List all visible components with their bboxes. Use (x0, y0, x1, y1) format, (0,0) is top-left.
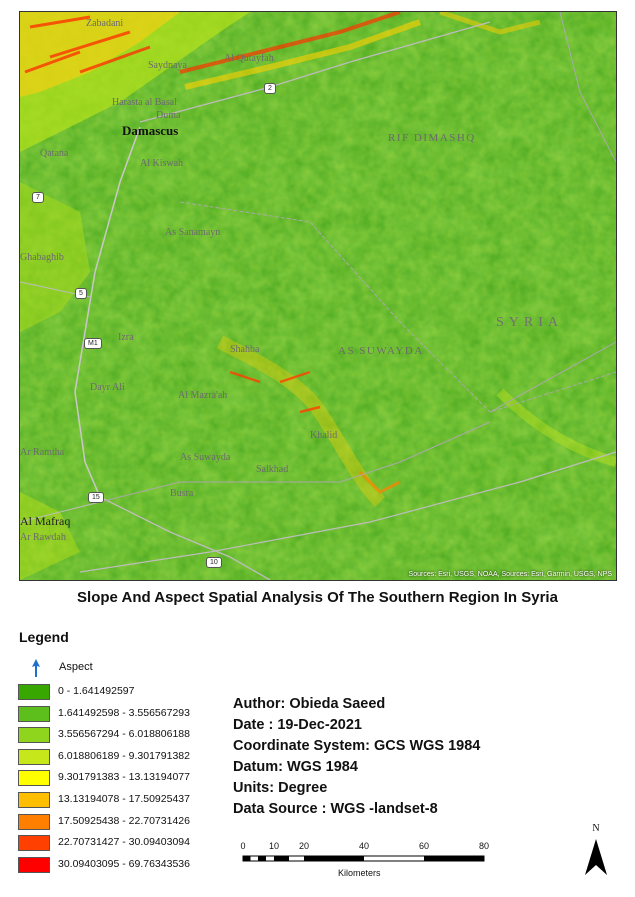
place-label: Izra (118, 332, 134, 343)
region-label-as-suwayda: AS SUWAYDA (338, 345, 424, 357)
place-label: Al Qutayfah (224, 53, 274, 64)
place-label-mafraq: Al Mafraq (20, 514, 71, 528)
legend-label: 6.018806189 - 9.301791382 (58, 749, 190, 762)
legend-label: 22.70731427 - 30.09403094 (58, 836, 190, 849)
legend-label: 17.50925438 - 22.70731426 (58, 814, 190, 827)
legend-swatch (18, 748, 50, 765)
author-text: Author: Obieda Saeed (233, 696, 386, 712)
place-label: Zabadani (86, 18, 124, 29)
region-label-rif-dimashq: RIF DIMASHQ (388, 132, 476, 144)
scale-tick: 20 (298, 841, 310, 851)
scale-units: Kilometers (338, 868, 381, 878)
legend-swatch (18, 684, 50, 700)
legend-heading: Legend (19, 629, 69, 645)
coordinate-system-text: Coordinate System: GCS WGS 1984 (233, 738, 481, 754)
highway-shield: 10 (206, 557, 222, 568)
place-label: Ar Rawdah (20, 532, 66, 543)
legend-swatch (18, 705, 50, 722)
place-label: Duma (156, 110, 181, 121)
legend-label: 9.301791383 - 13.13194077 (58, 771, 190, 784)
legend-label: 0 - 1.641492597 (58, 685, 135, 697)
scale-bar-graphic (242, 855, 485, 862)
legend-swatch (18, 835, 50, 852)
highway-shield: 7 (32, 192, 44, 203)
legend-swatch (18, 856, 50, 873)
place-label: Ar Ramtha (20, 447, 65, 458)
legend-swatch (18, 791, 50, 808)
legend-label: 1.641492598 - 3.556567293 (58, 706, 190, 719)
map-title: Slope And Aspect Spatial Analysis Of The… (77, 589, 558, 606)
north-label: N (592, 823, 600, 834)
scale-tick: 40 (358, 841, 370, 851)
highway-shield: 5 (75, 288, 87, 299)
legend-label: 30.09403095 - 69.76343536 (58, 857, 190, 870)
scale-tick: 80 (478, 841, 490, 851)
place-label: Salkhad (256, 464, 289, 475)
highway-shield: 15 (88, 492, 104, 503)
place-label: Busra (170, 488, 194, 499)
place-label: Shahba (230, 344, 260, 355)
place-label: Al Mazra'ah (178, 390, 228, 401)
slope-raster (20, 12, 616, 580)
place-label: As Suwayda (180, 452, 231, 463)
datum-text: Datum: WGS 1984 (233, 759, 358, 775)
aspect-label: Aspect (59, 661, 93, 673)
date-text: Date : 19-Dec-2021 (233, 717, 362, 733)
place-label: As Sanamayn (165, 227, 221, 238)
highway-shield: M1 (84, 338, 102, 349)
map-attribution: Sources: Esri, USGS, NOAA, Sources: Esri… (408, 571, 612, 578)
legend-swatch (18, 727, 50, 744)
map-frame[interactable]: Zabadani Saydnaya Al Qutayfah Harasta al… (19, 11, 617, 581)
legend-swatch (18, 813, 50, 830)
units-text: Units: Degree (233, 780, 328, 796)
place-label: Ghabaghib (20, 252, 64, 263)
place-label: Dayr Ali (90, 382, 125, 393)
legend-label: 3.556567294 - 6.018806188 (58, 728, 190, 741)
data-source-text: Data Source : WGS -landset-8 (233, 801, 438, 817)
place-label: Saydnaya (148, 60, 187, 71)
north-arrow-icon (585, 839, 607, 875)
map-info: Author: Obieda Saeed Date : 19-Dec-2021 … (233, 694, 480, 820)
scale-bar: 0 10 20 40 60 80 Kilometers (236, 841, 496, 881)
city-label-damascus: Damascus (122, 123, 179, 138)
highway-shield: 2 (264, 83, 276, 94)
north-arrow: N (581, 823, 611, 879)
place-label: Harasta al Basal (112, 97, 177, 108)
scale-tick: 0 (240, 841, 246, 851)
place-label: Qatana (40, 148, 69, 159)
place-label: Al Kiswah (140, 158, 184, 169)
scale-tick: 10 (268, 841, 280, 851)
country-label-syria: SYRIA (496, 315, 564, 330)
legend-swatch (18, 770, 50, 787)
place-label: Khalid (310, 430, 338, 441)
legend-label: 13.13194078 - 17.50925437 (58, 792, 190, 805)
scale-tick: 60 (418, 841, 430, 851)
aspect-arrow-icon (32, 659, 40, 677)
